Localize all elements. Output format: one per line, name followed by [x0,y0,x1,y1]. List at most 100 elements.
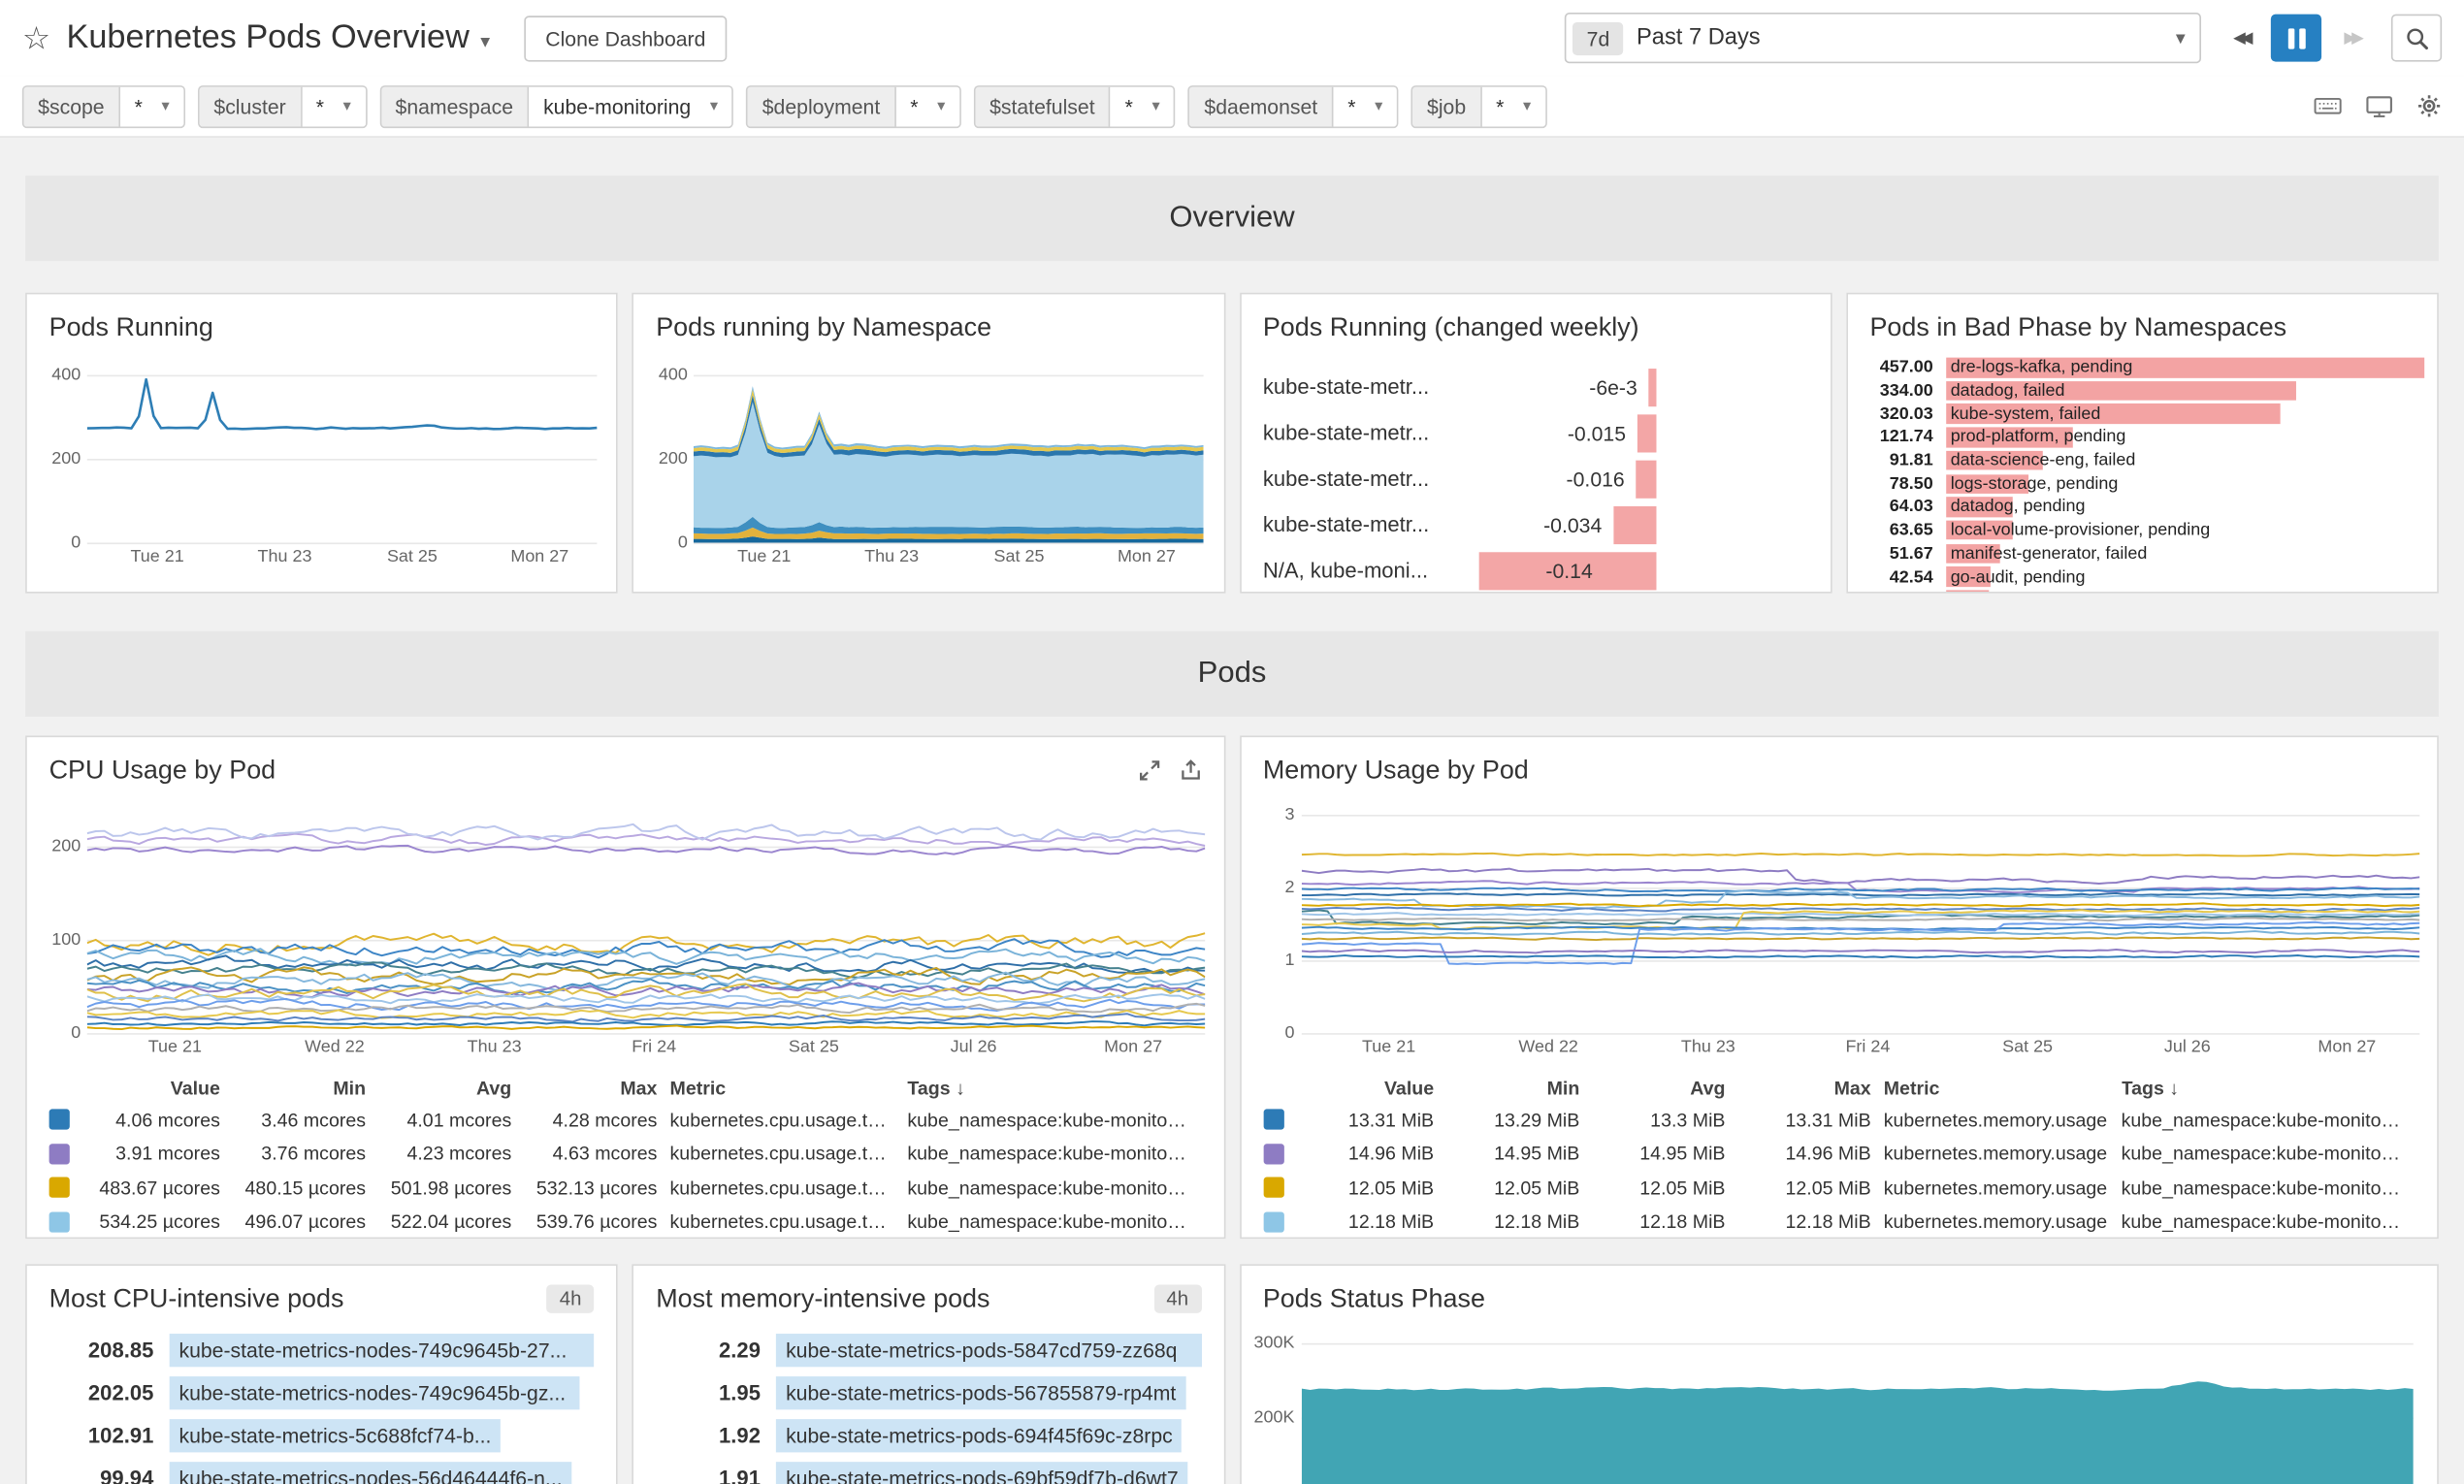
legend-metric: kubernetes.memory.usage [1884,1177,2122,1199]
series-swatch[interactable] [49,1178,87,1198]
tv-mode-button[interactable] [2366,94,2393,117]
x-axis-tick-label: Wed 22 [305,1038,365,1057]
legend-row: 3.91 mcores3.76 mcores4.23 mcores4.63 mc… [49,1137,1202,1171]
filter-value-dropdown[interactable]: *▾ [1481,86,1544,126]
bad-phase-row[interactable]: 42.54go-audit, pending [1848,565,2438,589]
pods-row: CPU Usage by Pod 2001000Tue 21Wed 22Thu … [25,735,2439,1239]
series-swatch[interactable] [1263,1211,1301,1232]
filter-value-text: * [910,94,918,117]
legend-value: 496.07 µcores [233,1210,378,1233]
bad-phase-row[interactable]: 78.50logs-storage, pending [1848,472,2438,496]
panel-status-phase: Pods Status Phase 300K200K100K [1239,1264,2439,1484]
y-axis-tick-label: 400 [40,365,81,384]
cpu-usage-chart[interactable]: 2001000Tue 21Wed 22Thu 23Fri 24Sat 25Jul… [40,804,1205,1060]
y-axis-tick-label: 400 [646,365,687,384]
filter-value-dropdown[interactable]: *▾ [896,86,959,126]
pods-running-chart[interactable]: 4002000Tue 21Thu 23Sat 25Mon 27 [40,358,598,570]
bad-phase-value: 320.03 [1861,404,1946,424]
bad-phase-row[interactable]: 334.00datadog, failed [1848,379,2438,403]
favorite-star-icon[interactable]: ☆ [22,18,50,58]
time-range-selector[interactable]: 7d Past 7 Days ▾ [1565,13,2201,63]
filter-value-dropdown[interactable]: *▾ [120,86,183,126]
memory-usage-chart[interactable]: 3210Tue 21Wed 22Thu 23Fri 24Sat 25Jul 26… [1253,804,2418,1060]
toplist-row[interactable]: 1.95kube-state-metrics-pods-567855879-rp… [633,1371,1223,1414]
legend-column-header: Avg [1592,1077,1737,1099]
bad-phase-row[interactable]: 63.65local-volume-provisioner, pending [1848,519,2438,542]
y-axis-tick-label: 100 [40,930,81,950]
changed-weekly-row[interactable]: N/A, kube-moni...-0.14 [1241,547,1831,593]
legend-tags: kube_namespace:kube-monitoring... [907,1177,1201,1199]
step-back-button[interactable]: ◀◀ [2217,15,2264,62]
toplist-row[interactable]: 102.91kube-state-metrics-5c688fcf74-b... [27,1414,617,1457]
x-axis-tick-label: Mon 27 [1104,1038,1162,1057]
toplist-bar: kube-state-metrics-nodes-56d46444f6-n... [170,1462,572,1484]
series-swatch[interactable] [1263,1110,1301,1130]
legend-header: ValueMinAvgMaxMetricTags ↓ [49,1073,1202,1103]
panel-actions [1138,759,1201,782]
legend-column-header: Metric [670,1077,908,1099]
bad-phase-row[interactable]: 41.20node-monitoring, pending [1848,589,2438,594]
legend-header: ValueMinAvgMaxMetricTags ↓ [1263,1073,2415,1103]
changed-weekly-row[interactable]: kube-state-metr...-0.034 [1241,501,1831,547]
legend-tags: kube_namespace:kube-monitoring,pod_name:… [2122,1143,2415,1165]
changed-weekly-row[interactable]: kube-state-metr...-0.016 [1241,456,1831,501]
dashboard-menu-chevron-icon[interactable]: ▾ [480,30,490,52]
namespace-phase-label: dre-logs-kafka, pending [1951,358,2133,377]
panel-title: Pods Status Phase [1263,1284,2415,1314]
panel-title: Most memory-intensive pods [656,1284,1153,1314]
legend-value: 501.98 µcores [378,1177,524,1199]
filter-variable-label: $deployment [748,86,896,126]
toplist-row[interactable]: 1.91kube-state-metrics-pods-69bf59df7b-d… [633,1457,1223,1484]
filter-value-dropdown[interactable]: kube-monitoring▾ [529,86,731,126]
toplist-value: 1.95 [646,1381,776,1404]
legend-value: 4.63 mcores [524,1143,669,1165]
series-swatch[interactable] [1263,1178,1301,1198]
series-swatch[interactable] [1263,1144,1301,1164]
changed-weekly-row[interactable]: kube-state-metr...-0.015 [1241,409,1831,455]
negative-change-bar [1648,368,1656,405]
bad-phase-row[interactable]: 320.03kube-system, failed [1848,403,2438,426]
x-axis-tick-label: Thu 23 [1681,1038,1735,1057]
x-axis-tick-label: Fri 24 [1845,1038,1890,1057]
changed-weekly-row[interactable]: kube-state-metr...-6e-3 [1241,364,1831,409]
toplist-row[interactable]: 1.92kube-state-metrics-pods-694f45f69c-z… [633,1414,1223,1457]
x-axis-tick-label: Tue 21 [148,1038,202,1057]
export-icon[interactable] [1179,759,1201,782]
bad-phase-row[interactable]: 51.67manifest-generator, failed [1848,542,2438,565]
series-swatch[interactable] [49,1110,87,1130]
bad-phase-row[interactable]: 91.81data-science-eng, failed [1848,449,2438,472]
toplist-row[interactable]: 202.05kube-state-metrics-nodes-749c9645b… [27,1371,617,1414]
series-swatch[interactable] [49,1144,87,1164]
toplist-row[interactable]: 208.85kube-state-metrics-nodes-749c9645b… [27,1329,617,1371]
namespace-phase-label: manifest-generator, failed [1951,544,2148,564]
pause-button[interactable] [2271,15,2321,62]
x-axis-tick-label: Thu 23 [258,547,312,566]
namespace-phase-label: datadog, pending [1951,498,2086,517]
expand-icon[interactable] [1138,759,1160,782]
panel-pods-by-namespace: Pods running by Namespace 4002000Tue 21T… [632,293,1225,594]
filter-value-dropdown[interactable]: *▾ [1334,86,1397,126]
pods-status-phase-chart[interactable]: 300K200K100K [1253,1329,2412,1484]
x-axis-tick-label: Mon 27 [2318,1038,2376,1057]
series-swatch[interactable] [49,1211,87,1232]
bad-phase-row[interactable]: 121.74prod-platform, pending [1848,426,2438,449]
filter-chip: $daemonset*▾ [1188,84,1399,127]
search-button[interactable] [2391,15,2442,62]
toplist-value: 208.85 [40,1339,170,1362]
clone-dashboard-button[interactable]: Clone Dashboard [525,15,727,60]
filter-value-dropdown[interactable]: *▾ [302,86,365,126]
filter-value-dropdown[interactable]: *▾ [1111,86,1174,126]
step-forward-button[interactable]: ▶▶ [2328,15,2376,62]
chart-gridline [694,542,1204,544]
pods-by-namespace-chart[interactable]: 4002000Tue 21Thu 23Sat 25Mon 27 [646,358,1204,570]
namespace-phase-label: data-science-eng, failed [1951,451,2136,470]
keyboard-shortcuts-button[interactable] [2314,95,2342,117]
bad-phase-row[interactable]: 457.00dre-logs-kafka, pending [1848,356,2438,379]
toplist-row[interactable]: 99.94kube-state-metrics-nodes-56d46444f6… [27,1457,617,1484]
y-axis-tick-label: 0 [40,1023,81,1043]
toplist-row[interactable]: 2.29kube-state-metrics-pods-5847cd759-zz… [633,1329,1223,1371]
settings-button[interactable] [2416,93,2442,118]
filter-chip: $deployment*▾ [746,84,960,127]
bad-phase-row[interactable]: 64.03datadog, pending [1848,496,2438,519]
legend-column-header: Value [1301,1077,1446,1099]
